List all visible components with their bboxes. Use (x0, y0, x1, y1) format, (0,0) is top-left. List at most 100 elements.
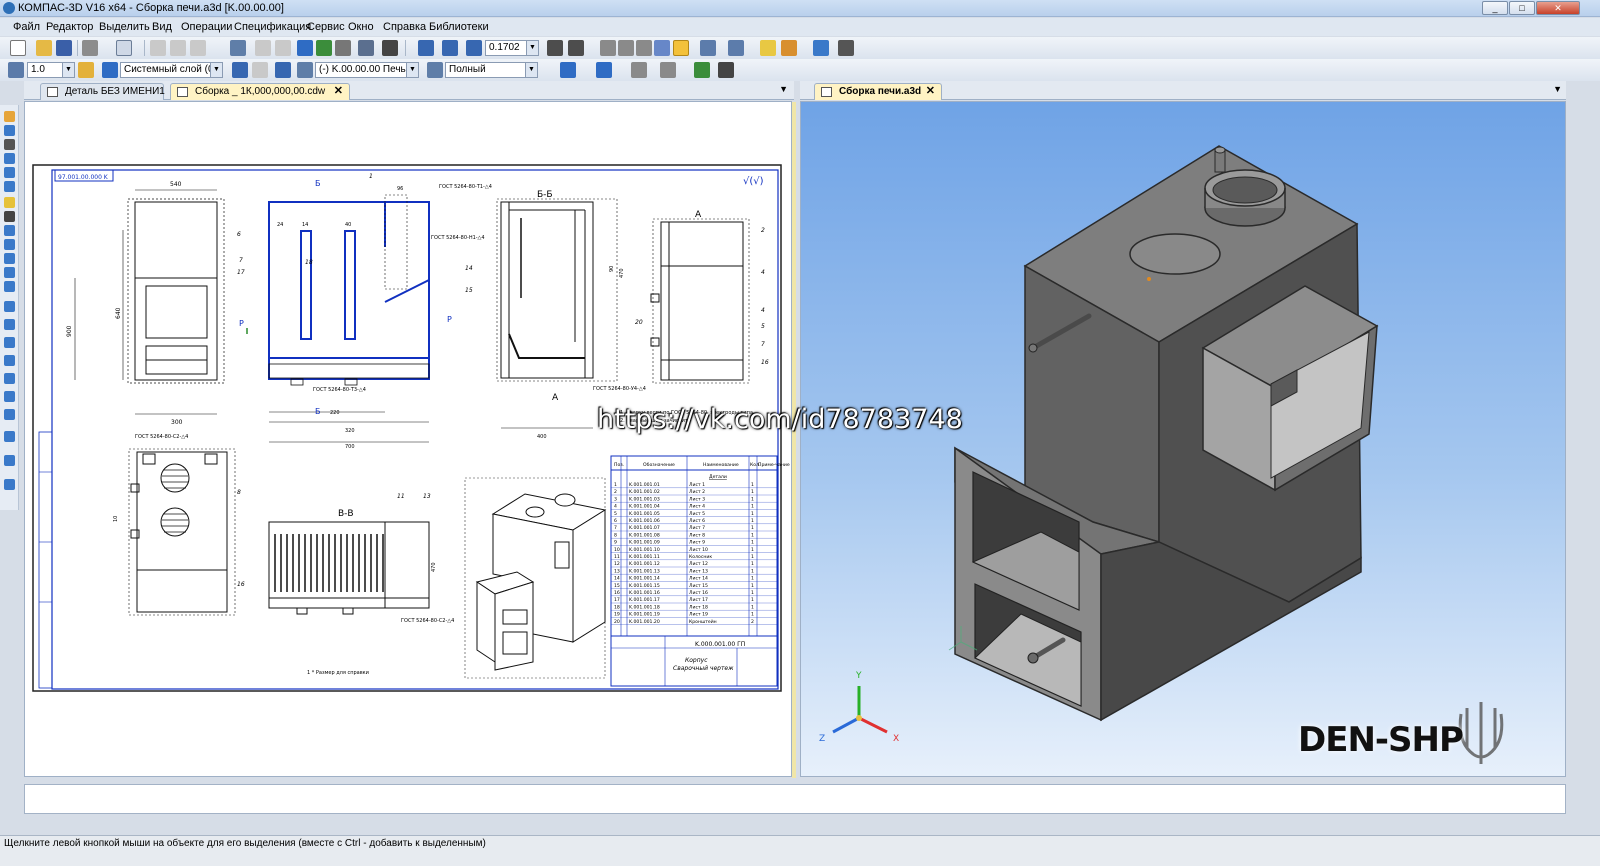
detail-view-icon[interactable] (4, 337, 15, 348)
measure-tool-icon[interactable] (4, 181, 15, 192)
views-icon[interactable] (4, 281, 15, 292)
menu-editor[interactable]: Редактор (46, 21, 93, 33)
library-manager-icon[interactable] (358, 40, 374, 56)
measure-icon[interactable] (813, 40, 829, 56)
minimize-button[interactable]: _ (1482, 1, 1508, 15)
grid-step-icon[interactable] (8, 62, 24, 78)
properties-icon[interactable] (230, 40, 246, 56)
tools-icon[interactable] (4, 455, 15, 466)
menu-window[interactable]: Окно (348, 21, 374, 33)
menu-view[interactable]: Вид (152, 21, 172, 33)
designations-icon[interactable] (4, 211, 15, 222)
table-icon[interactable] (694, 62, 710, 78)
zoom-combo[interactable]: 0.1702 ▼ (485, 40, 539, 56)
mates-icon[interactable] (781, 40, 797, 56)
filters-icon[interactable] (700, 40, 716, 56)
edit-geometry-icon[interactable] (4, 153, 15, 164)
print-preview-icon[interactable] (116, 40, 132, 56)
maximize-button[interactable]: □ (1509, 1, 1535, 15)
rotate-icon[interactable] (547, 40, 563, 56)
cut-icon[interactable] (150, 40, 166, 56)
layer-combo[interactable]: Системный слой (0) ▼ (120, 62, 223, 78)
cs-icon[interactable] (252, 62, 268, 78)
parametrization-icon[interactable] (4, 167, 15, 178)
variables-icon[interactable] (316, 40, 332, 56)
menu-file[interactable]: Файл (13, 21, 40, 33)
tab-part-unnamed[interactable]: Деталь БЕЗ ИМЕНИ1 (40, 83, 165, 100)
reports-icon[interactable] (4, 239, 15, 250)
zoom-frame-icon[interactable] (418, 40, 434, 56)
component-icon[interactable] (760, 40, 776, 56)
parameters-icon[interactable] (275, 62, 291, 78)
menu-help[interactable]: Справка (383, 21, 426, 33)
tab-assembly-drawing[interactable]: Сборка _ 1К,000,000,00.cdw ✕ (170, 83, 350, 100)
menu-libraries[interactable]: Библиотеки (429, 21, 489, 33)
library-icon[interactable] (4, 479, 15, 490)
arrow-view-icon[interactable] (4, 391, 15, 402)
redo-icon[interactable] (275, 40, 291, 56)
menu-select[interactable]: Выделить (99, 21, 150, 33)
curve-icon[interactable] (4, 139, 15, 150)
geometry-icon[interactable] (4, 111, 15, 122)
spec-cell: K.001.001.12 (629, 561, 660, 567)
halftone-icon[interactable] (654, 40, 670, 56)
ortho-icon[interactable] (78, 62, 94, 78)
menu-specification[interactable]: Спецификация (234, 21, 311, 33)
zoom-all-icon[interactable] (442, 40, 458, 56)
open-folder-icon[interactable] (36, 40, 52, 56)
tab-assembly-model[interactable]: Сборка печи.a3d ✕ (814, 83, 942, 100)
tree-panel-icon[interactable] (297, 40, 313, 56)
copy-icon[interactable] (170, 40, 186, 56)
zoom-icon[interactable] (466, 40, 482, 56)
view-combo[interactable]: (-) K.00.00.00 Печь ▼ (315, 62, 419, 78)
dimensions-icon[interactable] (4, 125, 15, 136)
save-icon[interactable] (56, 40, 72, 56)
pan-icon[interactable] (568, 40, 584, 56)
command-input[interactable] (24, 784, 1566, 814)
snap-icon[interactable] (728, 40, 744, 56)
section-icon[interactable] (4, 319, 15, 330)
step-combo[interactable]: 1.0 ▼ (27, 62, 75, 78)
assoc-views-icon[interactable] (4, 301, 15, 312)
new-document-icon[interactable] (10, 40, 26, 56)
edit-icon[interactable] (596, 62, 612, 78)
layer-icon[interactable] (102, 62, 118, 78)
close-window-button[interactable]: ✕ (1536, 1, 1580, 15)
tab-list-dropdown-icon[interactable]: ▼ (1553, 84, 1562, 94)
insert-icon[interactable] (4, 253, 15, 264)
detail-level-icon[interactable] (427, 62, 443, 78)
help-icon[interactable] (382, 40, 398, 56)
layers-panel-icon[interactable] (4, 431, 15, 442)
drawing-canvas[interactable]: 97.001.00.000 K √(√) 540 300 900 640 6 7… (24, 101, 796, 778)
close-tab-icon[interactable]: ✕ (926, 84, 935, 99)
text-icon[interactable] (718, 62, 734, 78)
orientation-icon[interactable] (560, 62, 576, 78)
report-icon[interactable] (838, 40, 854, 56)
print-icon[interactable] (82, 40, 98, 56)
hatch-icon[interactable] (631, 62, 647, 78)
local-cs-icon[interactable] (232, 62, 248, 78)
view-orientation-icon[interactable] (600, 40, 616, 56)
menu-operations[interactable]: Операции (181, 21, 232, 33)
projection-icon[interactable] (4, 373, 15, 384)
menu-service[interactable]: Сервис (307, 21, 345, 33)
select-icon[interactable] (4, 197, 15, 208)
view-icon[interactable] (297, 62, 313, 78)
spec-cell: Колосник (689, 554, 712, 560)
close-tab-icon[interactable]: ✕ (334, 84, 343, 99)
formula-icon[interactable] (335, 40, 351, 56)
local-view-icon[interactable] (4, 409, 15, 420)
sheet-icon[interactable] (4, 267, 15, 278)
undo-icon[interactable] (255, 40, 271, 56)
model-3d-viewport[interactable]: Y Z X (800, 101, 1566, 777)
wireframe-icon[interactable] (618, 40, 634, 56)
render-mode-combo[interactable]: Полный ▼ (445, 62, 538, 78)
dimension-icon[interactable] (660, 62, 676, 78)
shaded-icon[interactable] (673, 40, 689, 56)
break-view-icon[interactable] (4, 355, 15, 366)
tab-list-dropdown-icon[interactable]: ▼ (779, 84, 788, 94)
hidden-lines-icon[interactable] (636, 40, 652, 56)
spec-cell: 10 (614, 547, 620, 553)
spec-icon[interactable] (4, 225, 15, 236)
paste-icon[interactable] (190, 40, 206, 56)
